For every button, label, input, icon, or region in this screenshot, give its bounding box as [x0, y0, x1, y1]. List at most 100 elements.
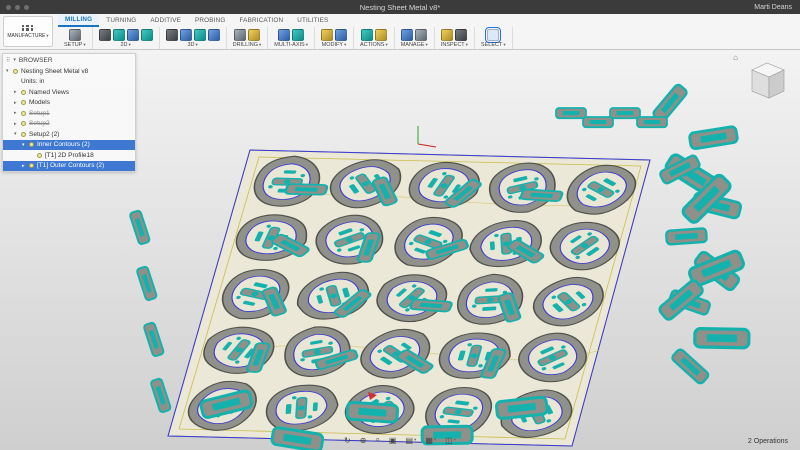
- select-menu[interactable]: SELECT ▾: [481, 42, 506, 48]
- view-cube-faces[interactable]: [740, 54, 792, 102]
- drilling-icon-2[interactable]: [247, 28, 260, 41]
- expander-icon[interactable]: ▸: [14, 89, 21, 95]
- tab-milling[interactable]: MILLING: [58, 14, 100, 27]
- browser-item-units[interactable]: Units: in: [3, 77, 135, 88]
- tab-probing[interactable]: PROBING: [188, 14, 232, 27]
- navigation-bar: ↻ ⊕ ⌕ ▣ ▤ ▾ ▦ ▾ ◫ ▾: [344, 435, 456, 445]
- visibility-icon[interactable]: [21, 121, 26, 127]
- expander-icon[interactable]: ▸: [22, 163, 29, 169]
- operations-count: 2 Operations: [747, 438, 788, 445]
- inspect-menu[interactable]: INSPECT ▾: [441, 42, 468, 48]
- fit-button[interactable]: ▣: [389, 436, 397, 445]
- expander-icon[interactable]: ▸: [14, 121, 21, 127]
- modify-menu[interactable]: MODIFY ▾: [322, 42, 347, 48]
- inspect-icon-2[interactable]: [455, 28, 468, 41]
- manage-icon-2[interactable]: [415, 28, 428, 41]
- browser-item-models[interactable]: ▸ Models: [3, 98, 135, 109]
- browser-title: BROWSER: [18, 56, 53, 64]
- visibility-icon[interactable]: [37, 152, 42, 158]
- home-icon[interactable]: ⌂: [733, 54, 738, 62]
- toolbar-group-setup: SETUP ▾: [58, 27, 93, 49]
- grid-settings-button[interactable]: ▦ ▾: [425, 436, 436, 445]
- multi-axis-icon-1[interactable]: [278, 28, 291, 41]
- browser-item-setup1[interactable]: ▸ Setup1: [3, 108, 135, 119]
- multi-axis-icon-2[interactable]: [292, 28, 305, 41]
- expander-icon[interactable]: ▸: [14, 110, 21, 116]
- browser-item-2d-profile18[interactable]: [T1] 2D Profile18: [3, 150, 135, 161]
- actions-icon-1[interactable]: [360, 28, 373, 41]
- browser-item-document-root[interactable]: ▾ Nesting Sheet Metal v8: [3, 66, 135, 77]
- visibility-icon[interactable]: [29, 163, 34, 169]
- browser-item-setup2-2[interactable]: ▾ Setup2 (2): [3, 129, 135, 140]
- expander-icon[interactable]: ▾: [6, 68, 13, 74]
- chevron-down-icon: ▾: [46, 32, 49, 38]
- browser-item-inner-contours[interactable]: ▾ Inner Contours (2): [3, 139, 135, 150]
- zoom-button[interactable]: ⌕: [375, 435, 379, 445]
- 3d-milling-icon-3[interactable]: [193, 28, 206, 41]
- chevron-down-icon: ▾: [433, 437, 437, 442]
- 2d-menu[interactable]: 2D ▾: [120, 42, 130, 48]
- drilling-menu[interactable]: DRILLING ▾: [233, 42, 262, 48]
- multi-axis-menu[interactable]: MULTI-AXIS ▾: [274, 42, 308, 48]
- browser-item-named-views[interactable]: ▸ Named Views: [3, 87, 135, 98]
- expander-icon[interactable]: ▸: [14, 100, 21, 106]
- browser-item-outer-contours[interactable]: ▸ [T1] Outer Contours (2): [3, 160, 135, 171]
- 3d-milling-icon-2[interactable]: [179, 28, 192, 41]
- titlebar: Nesting Sheet Metal v8* Marti Deans: [0, 0, 800, 14]
- 3d-milling-icon-1[interactable]: [165, 28, 178, 41]
- workspace-selector[interactable]: MANUFACTURE ▾: [3, 16, 53, 47]
- tab-fabrication[interactable]: FABRICATION: [232, 14, 290, 27]
- visibility-icon[interactable]: [21, 89, 26, 95]
- visibility-icon[interactable]: [21, 110, 26, 116]
- tab-turning[interactable]: TURNING: [99, 14, 143, 27]
- tab-additive[interactable]: ADDITIVE: [143, 14, 188, 27]
- viewports-button[interactable]: ◫ ▾: [445, 436, 456, 445]
- drilling-icon-1[interactable]: [233, 28, 246, 41]
- 3d-milling-icon-4[interactable]: [207, 28, 220, 41]
- inspect-icon-1[interactable]: [441, 28, 454, 41]
- modify-icon-1[interactable]: [320, 28, 333, 41]
- browser-item-setup2[interactable]: ▸ Setup2: [3, 119, 135, 130]
- 2d-milling-icon-2[interactable]: [112, 28, 125, 41]
- toolbar-group-drilling: DRILLING ▾: [227, 27, 269, 49]
- user-name[interactable]: Marti Deans: [754, 4, 792, 11]
- display-settings-button[interactable]: ▤ ▾: [405, 436, 416, 445]
- 3d-menu[interactable]: 3D ▾: [187, 42, 197, 48]
- manage-menu[interactable]: MANAGE ▾: [401, 42, 428, 48]
- actions-menu[interactable]: ACTIONS ▾: [360, 42, 388, 48]
- orbit-button[interactable]: ↻: [344, 436, 351, 445]
- setup-menu[interactable]: SETUP ▾: [64, 42, 86, 48]
- grip-icon[interactable]: ⠿: [6, 57, 10, 64]
- chevron-down-icon: ▾: [503, 42, 506, 47]
- actions-icon-2[interactable]: [374, 28, 387, 41]
- expander-icon[interactable]: ▾: [14, 131, 21, 137]
- workspace-label: MANUFACTURE: [7, 32, 46, 39]
- expander-icon[interactable]: ▾: [22, 142, 29, 148]
- chevron-down-icon: ▾: [453, 437, 456, 442]
- 2d-milling-icon-1[interactable]: [98, 28, 111, 41]
- manage-icon-1[interactable]: [401, 28, 414, 41]
- visibility-icon[interactable]: [13, 68, 18, 74]
- ribbon: MANUFACTURE ▾ MILLING TURNING ADDITIVE PR…: [0, 14, 800, 50]
- collapse-icon[interactable]: ▾: [13, 57, 16, 63]
- toolbar-group-inspect: INSPECT ▾: [435, 27, 475, 49]
- 2d-milling-icon-4[interactable]: [140, 28, 153, 41]
- chevron-down-icon: ▾: [465, 42, 468, 47]
- visibility-icon[interactable]: [29, 142, 34, 148]
- chevron-down-icon: ▾: [414, 437, 417, 442]
- toolbar-group-actions: ACTIONS ▾: [354, 27, 395, 49]
- 2d-milling-icon-3[interactable]: [126, 28, 139, 41]
- toolbar-group-3d: 3D ▾: [160, 27, 227, 49]
- browser-header[interactable]: ⠿ ▾ BROWSER: [3, 54, 135, 66]
- select-icon[interactable]: [485, 26, 502, 43]
- setup-icon[interactable]: [68, 28, 81, 41]
- view-cube[interactable]: ⌂: [733, 54, 792, 102]
- orbit-icon: ↻: [344, 435, 351, 445]
- modify-icon-2[interactable]: [334, 28, 347, 41]
- chevron-down-icon: ▾: [305, 42, 308, 47]
- visibility-icon[interactable]: [21, 131, 26, 137]
- tab-utilities[interactable]: UTILITIES: [290, 14, 335, 27]
- visibility-icon[interactable]: [21, 100, 26, 106]
- viewport-canvas[interactable]: ⠿ ▾ BROWSER ▾ Nesting Sheet Metal v8 Uni…: [0, 50, 800, 450]
- pan-button[interactable]: ⊕: [360, 436, 367, 445]
